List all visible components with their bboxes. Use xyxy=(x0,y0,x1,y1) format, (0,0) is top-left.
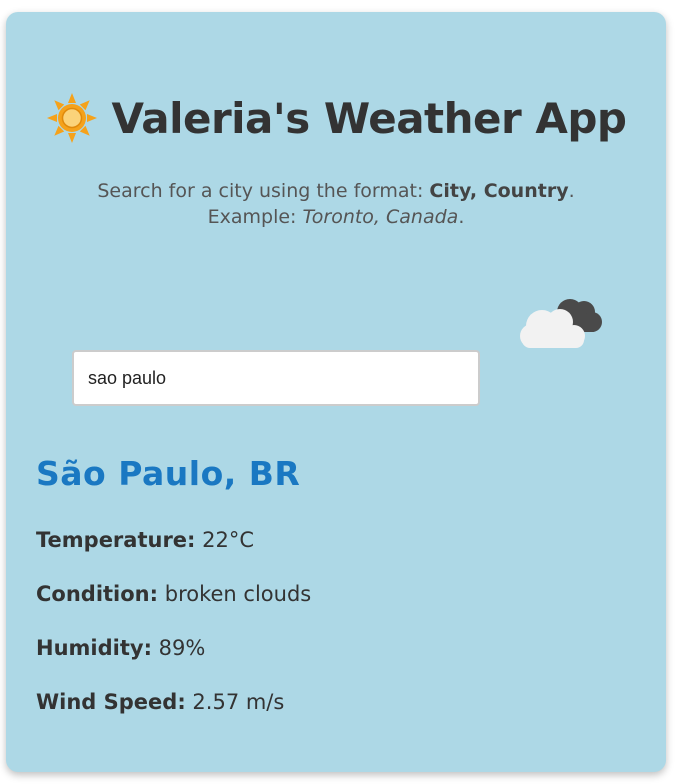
instructions: Search for a city using the format: City… xyxy=(6,178,666,230)
example-label: Example: xyxy=(207,206,303,228)
humidity-label: Humidity: xyxy=(36,636,152,660)
city-search-input[interactable] xyxy=(72,350,480,406)
humidity-value: 89% xyxy=(158,636,206,660)
broken-clouds-icon xyxy=(520,299,602,348)
instructions-period: . xyxy=(568,180,575,202)
condition-value: broken clouds xyxy=(164,582,312,606)
humidity-row: Humidity: 89% xyxy=(36,636,205,660)
city-name: São Paulo, BR xyxy=(36,454,301,493)
temperature-row: Temperature: 22°C xyxy=(36,528,254,552)
sun-icon xyxy=(46,93,97,143)
instructions-line-2: Example: Toronto, Canada. xyxy=(6,204,666,230)
wind-speed-label: Wind Speed: xyxy=(36,690,186,714)
wind-speed-value: 2.57 m/s xyxy=(192,690,285,714)
app-title: Valeria's Weather App xyxy=(111,93,627,143)
weather-card: Valeria's Weather App Search for a city … xyxy=(6,12,666,772)
instructions-line-1: Search for a city using the format: City… xyxy=(6,178,666,204)
format-hint: City, Country xyxy=(429,180,569,202)
wind-speed-row: Wind Speed: 2.57 m/s xyxy=(36,690,284,714)
temperature-label: Temperature: xyxy=(36,528,196,552)
header: Valeria's Weather App xyxy=(6,86,666,150)
example-period: . xyxy=(458,206,465,228)
condition-row: Condition: broken clouds xyxy=(36,582,311,606)
example-city: Toronto, Canada xyxy=(302,206,459,228)
condition-label: Condition: xyxy=(36,582,159,606)
temperature-value: 22°C xyxy=(202,528,255,552)
instructions-text: Search for a city using the format: xyxy=(97,180,430,202)
